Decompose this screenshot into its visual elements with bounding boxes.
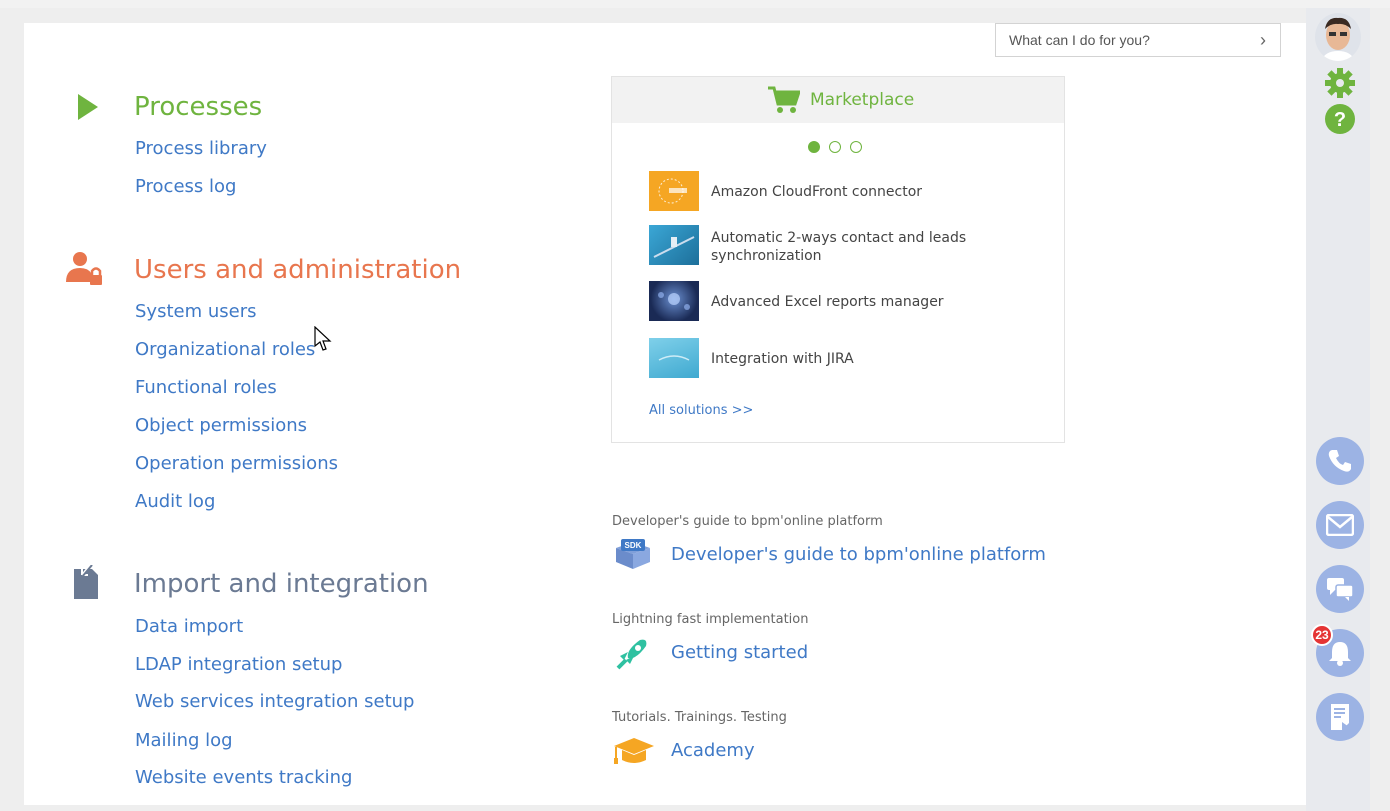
graduation-cap-icon — [614, 738, 654, 764]
chevron-right-icon[interactable]: › — [1260, 30, 1266, 51]
phone-button[interactable] — [1316, 437, 1364, 485]
marketplace-item-label: Integration with JIRA — [711, 351, 854, 367]
rocket-icon — [616, 639, 647, 670]
gear-icon[interactable] — [1324, 67, 1356, 99]
link-process-library[interactable]: Process library — [135, 138, 267, 159]
import-icon — [74, 565, 98, 599]
academy-link[interactable]: Academy — [671, 740, 755, 761]
link-system-users[interactable]: System users — [135, 301, 256, 322]
email-button[interactable] — [1316, 501, 1364, 549]
command-search-input[interactable] — [996, 24, 1236, 56]
user-avatar[interactable] — [1315, 13, 1361, 61]
marketplace-header[interactable]: Marketplace — [612, 77, 1064, 123]
developer-guide-link[interactable]: Developer's guide to bpm'online platform — [671, 544, 1046, 565]
marketplace-item[interactable]: Advanced Excel reports manager — [649, 281, 1029, 323]
user-lock-icon — [66, 252, 102, 285]
carousel-dot-3[interactable] — [850, 141, 862, 153]
resource-caption-developer-guide: Developer's guide to bpm'online platform — [612, 514, 883, 529]
link-website-events-tracking[interactable]: Website events tracking — [135, 767, 353, 788]
carousel-dot-2[interactable] — [829, 141, 841, 153]
marketplace-item[interactable]: Automatic 2-ways contact and leads synch… — [649, 225, 1029, 267]
amazon-cloudfront-thumbnail — [649, 171, 699, 211]
link-process-log[interactable]: Process log — [135, 176, 236, 197]
section-title-users: Users and administration — [134, 255, 462, 285]
marketplace-item[interactable]: Amazon CloudFront connector — [649, 171, 1029, 213]
link-mailing-log[interactable]: Mailing log — [135, 730, 233, 751]
link-operation-permissions[interactable]: Operation permissions — [135, 453, 338, 474]
document-icon — [1331, 704, 1349, 730]
chat-icon — [1327, 578, 1354, 601]
top-strip — [0, 0, 1390, 8]
marketplace-title: Marketplace — [810, 90, 915, 110]
resource-caption-getting-started: Lightning fast implementation — [612, 612, 809, 627]
carousel-dots — [808, 141, 862, 153]
resource-caption-academy: Tutorials. Trainings. Testing — [612, 710, 787, 725]
link-data-import[interactable]: Data import — [135, 616, 243, 637]
carousel-dot-1[interactable] — [808, 141, 820, 153]
svg-text:SDK: SDK — [625, 541, 642, 550]
marketplace-item-label: Advanced Excel reports manager — [711, 294, 944, 310]
help-icon[interactable]: ? — [1324, 103, 1356, 135]
sync-thumbnail — [649, 225, 699, 265]
sdk-icon: SDK — [616, 539, 650, 569]
getting-started-link[interactable]: Getting started — [671, 642, 808, 663]
mouse-cursor-icon — [314, 326, 332, 351]
section-title-import: Import and integration — [134, 569, 429, 599]
link-web-services-integration[interactable]: Web services integration setup — [135, 691, 414, 712]
link-functional-roles[interactable]: Functional roles — [135, 377, 277, 398]
envelope-icon — [1326, 514, 1354, 536]
link-organizational-roles[interactable]: Organizational roles — [135, 339, 315, 360]
marketplace-item[interactable]: Integration with JIRA — [649, 338, 1029, 380]
cart-icon — [768, 86, 800, 113]
chat-button[interactable] — [1316, 565, 1364, 613]
marketplace-panel: Marketplace Amazon CloudFront connector … — [611, 76, 1065, 443]
bell-icon — [1329, 642, 1351, 666]
marketplace-item-label: Amazon CloudFront connector — [711, 184, 923, 200]
svg-text:?: ? — [1334, 109, 1346, 131]
command-search-box[interactable]: › — [995, 23, 1281, 57]
marketplace-item-label: Automatic 2-ways contact and leads synch… — [711, 230, 967, 264]
link-object-permissions[interactable]: Object permissions — [135, 415, 307, 436]
notification-count-badge: 23 — [1311, 624, 1333, 646]
phone-icon — [1328, 450, 1351, 472]
all-solutions-link[interactable]: All solutions >> — [649, 403, 753, 418]
link-ldap-integration[interactable]: LDAP integration setup — [135, 654, 342, 675]
link-audit-log[interactable]: Audit log — [135, 491, 215, 512]
section-title-processes: Processes — [134, 92, 263, 122]
jira-thumbnail — [649, 338, 699, 378]
excel-reports-thumbnail — [649, 281, 699, 321]
play-icon — [78, 94, 98, 120]
document-button[interactable] — [1316, 693, 1364, 741]
